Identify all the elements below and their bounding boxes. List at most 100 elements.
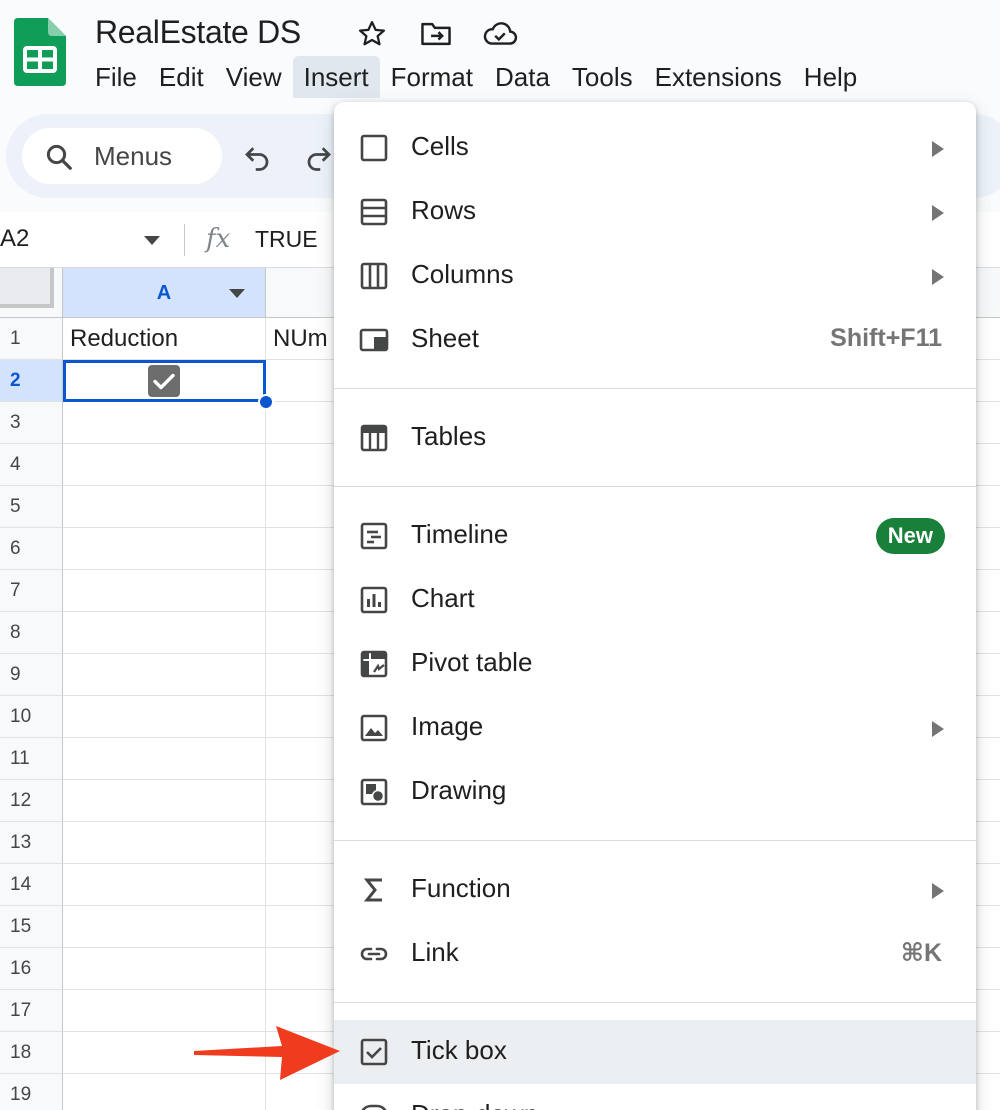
menu-format[interactable]: Format: [380, 56, 484, 98]
star-icon[interactable]: [354, 16, 390, 52]
cloud-saved-icon[interactable]: [482, 16, 518, 52]
rows-icon: [360, 198, 388, 226]
row-header-3[interactable]: 3: [0, 402, 63, 444]
cells-icon: [360, 134, 388, 162]
menu-item-label: Tick box: [411, 1035, 507, 1065]
title-bar: RealEstate DS File Edit View Insert Format Da…: [0, 0, 1000, 104]
menu-item-columns[interactable]: Columns: [334, 244, 976, 308]
row-header-13[interactable]: 13: [0, 822, 63, 864]
column-header-a[interactable]: A: [63, 268, 266, 318]
menu-file[interactable]: File: [84, 56, 148, 98]
row-header-19[interactable]: 19: [0, 1074, 63, 1110]
row-header-17[interactable]: 17: [0, 990, 63, 1032]
cell-a11[interactable]: [63, 738, 266, 780]
menu-item-tables[interactable]: Tables: [334, 406, 976, 470]
document-title[interactable]: RealEstate DS: [95, 14, 301, 51]
chart-icon: [360, 586, 388, 614]
menu-item-sheet[interactable]: Sheet Shift+F11: [334, 308, 976, 372]
cell-a14[interactable]: [63, 864, 266, 906]
row-header-4[interactable]: 4: [0, 444, 63, 486]
cell-a9[interactable]: [63, 654, 266, 696]
menu-item-label: Sheet: [411, 323, 479, 353]
menu-item-label: Timeline: [411, 519, 509, 549]
menu-item-drawing[interactable]: Drawing: [334, 760, 976, 824]
submenu-arrow-icon: [932, 205, 944, 221]
menu-extensions[interactable]: Extensions: [644, 56, 793, 98]
cell-a4[interactable]: [63, 444, 266, 486]
menu-item-link[interactable]: Link ⌘K: [334, 922, 976, 986]
row-header-14[interactable]: 14: [0, 864, 63, 906]
menu-separator: [334, 388, 976, 389]
checkbox-checked-icon[interactable]: [148, 365, 180, 397]
menu-view[interactable]: View: [215, 56, 293, 98]
menu-item-rows[interactable]: Rows: [334, 180, 976, 244]
row-header-15[interactable]: 15: [0, 906, 63, 948]
new-badge: New: [875, 518, 945, 554]
row-header-9[interactable]: 9: [0, 654, 63, 696]
menu-data[interactable]: Data: [484, 56, 561, 98]
menu-item-label: Chart: [411, 583, 475, 613]
pivot-table-icon: [360, 650, 388, 678]
menu-item-label: Link: [411, 937, 459, 967]
search-menus-label: Menus: [94, 141, 173, 171]
row-header-5[interactable]: 5: [0, 486, 63, 528]
cell-a6[interactable]: [63, 528, 266, 570]
menu-bar: File Edit View Insert Format Data Tools Extensi…: [84, 56, 868, 100]
redo-icon[interactable]: [304, 142, 334, 172]
menu-item-label: Function: [411, 873, 511, 903]
row-header-10[interactable]: 10: [0, 696, 63, 738]
row-header-7[interactable]: 7: [0, 570, 63, 612]
cell-a3[interactable]: [63, 402, 266, 444]
menu-item-cells[interactable]: Cells: [334, 116, 976, 180]
insert-menu-dropdown: Cells Rows Columns Sheet Shift+F11 Table…: [334, 102, 976, 1110]
cell-a5[interactable]: [63, 486, 266, 528]
submenu-arrow-icon: [932, 141, 944, 157]
undo-icon[interactable]: [242, 142, 272, 172]
name-box[interactable]: A2: [0, 225, 29, 253]
cell-a12[interactable]: [63, 780, 266, 822]
menu-item-drop-down[interactable]: Drop-down: [334, 1084, 976, 1110]
column-menu-icon[interactable]: [229, 289, 245, 298]
row-header-1[interactable]: 1: [0, 318, 63, 360]
row-header-6[interactable]: 6: [0, 528, 63, 570]
menu-item-chart[interactable]: Chart: [334, 568, 976, 632]
cell-a1[interactable]: Reduction: [63, 318, 266, 360]
cell-a15[interactable]: [63, 906, 266, 948]
row-header-18[interactable]: 18: [0, 1032, 63, 1074]
row-header-11[interactable]: 11: [0, 738, 63, 780]
menu-insert[interactable]: Insert: [292, 56, 380, 98]
formula-input[interactable]: TRUE: [255, 226, 318, 253]
search-menus-button[interactable]: Menus: [22, 128, 222, 184]
menu-item-label: Tables: [411, 421, 487, 451]
cell-a8[interactable]: [63, 612, 266, 654]
name-box-dropdown-icon[interactable]: [144, 236, 160, 245]
menu-item-pivot-table[interactable]: Pivot table: [334, 632, 976, 696]
menu-separator: [334, 1002, 976, 1003]
formula-bar-divider: [184, 224, 185, 256]
row-header-12[interactable]: 12: [0, 780, 63, 822]
menu-item-tick-box[interactable]: Tick box: [334, 1020, 976, 1084]
move-to-folder-icon[interactable]: [418, 16, 454, 52]
menu-item-function[interactable]: Function: [334, 858, 976, 922]
menu-item-image[interactable]: Image: [334, 696, 976, 760]
menu-edit[interactable]: Edit: [148, 56, 215, 98]
row-header-8[interactable]: 8: [0, 612, 63, 654]
cell-a13[interactable]: [63, 822, 266, 864]
menu-tools[interactable]: Tools: [561, 56, 644, 98]
cell-a16[interactable]: [63, 948, 266, 990]
fill-handle[interactable]: [258, 394, 274, 410]
columns-icon: [360, 262, 388, 290]
cell-a7[interactable]: [63, 570, 266, 612]
row-header-16[interactable]: 16: [0, 948, 63, 990]
select-all-corner[interactable]: [0, 268, 63, 318]
menu-item-label: Drop-down: [411, 1099, 538, 1110]
menu-separator: [334, 486, 976, 487]
menu-item-label: Cells: [411, 131, 469, 161]
sheets-logo-icon[interactable]: [14, 18, 66, 86]
row-header-2[interactable]: 2: [0, 360, 63, 402]
menu-item-timeline[interactable]: Timeline New: [334, 504, 976, 568]
menu-item-label: Pivot table: [411, 647, 533, 677]
cell-a10[interactable]: [63, 696, 266, 738]
tables-icon: [360, 424, 388, 452]
menu-help[interactable]: Help: [793, 56, 868, 98]
